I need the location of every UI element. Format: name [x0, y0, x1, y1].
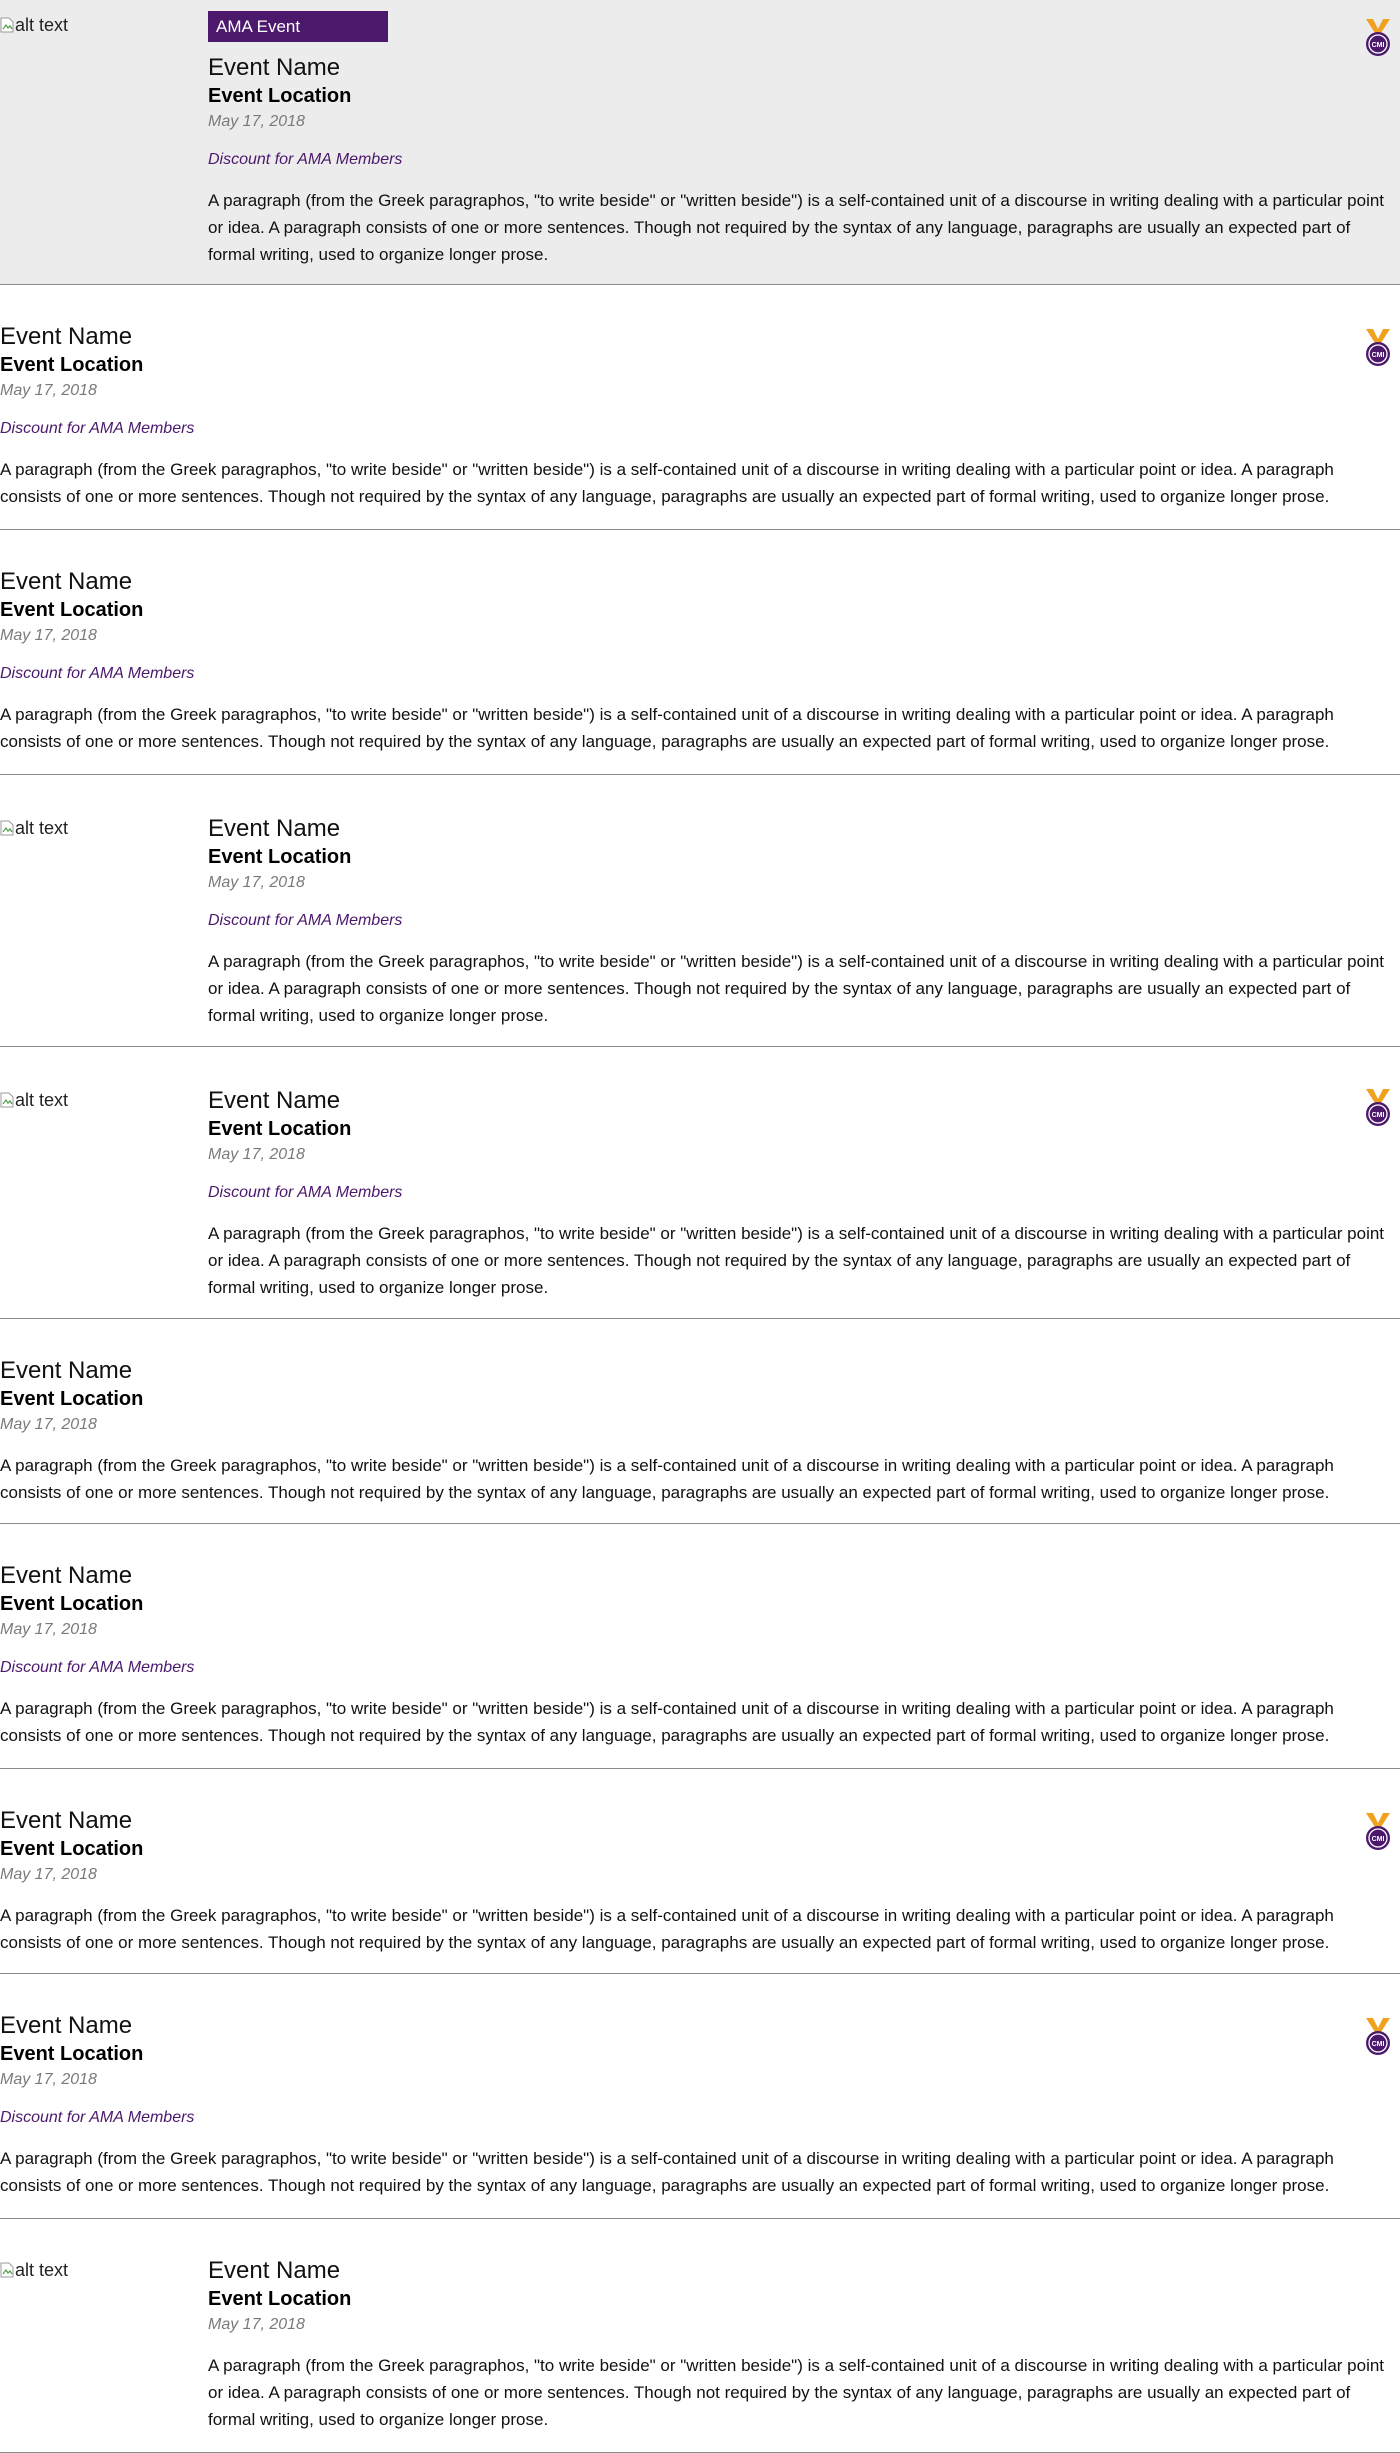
event-card[interactable]: Event Name Event Location May 17, 2018 D…	[0, 530, 1400, 775]
event-location: Event Location	[0, 1388, 144, 1410]
member-discount: Discount for AMA Members	[0, 420, 195, 437]
member-discount: Discount for AMA Members	[0, 2109, 195, 2126]
event-date: May 17, 2018	[208, 1146, 305, 1163]
event-card[interactable]: alt text Event Name Event Location May 1…	[0, 2219, 1400, 2453]
event-card[interactable]: Event Name Event Location May 17, 2018 D…	[0, 1524, 1400, 1769]
image-alt-text: alt text	[15, 15, 69, 35]
event-date: May 17, 2018	[0, 1621, 97, 1638]
event-card[interactable]: CMI Event Name Event Location May 17, 20…	[0, 1769, 1400, 1974]
member-discount: Discount for AMA Members	[208, 151, 403, 168]
event-card[interactable]: alt text Event Name Event Location May 1…	[0, 775, 1400, 1047]
event-type-badge: AMA Event	[208, 11, 388, 42]
event-card[interactable]: alt text CMI AMA Event Event Name Event …	[0, 0, 1400, 285]
member-discount: Discount for AMA Members	[0, 665, 195, 682]
event-location: Event Location	[0, 1593, 144, 1615]
event-image: alt text	[0, 16, 68, 34]
event-location: Event Location	[0, 2043, 144, 2065]
event-name[interactable]: Event Name	[0, 2012, 1400, 2040]
event-description: A paragraph (from the Greek paragraphos,…	[208, 952, 1385, 1025]
event-card[interactable]: Event Name Event Location May 17, 2018 A…	[0, 1319, 1400, 1524]
event-location: Event Location	[0, 354, 144, 376]
event-description: A paragraph (from the Greek paragraphos,…	[0, 705, 1334, 751]
event-location: Event Location	[208, 846, 352, 868]
event-name[interactable]: Event Name	[0, 1357, 1400, 1385]
event-date: May 17, 2018	[0, 1416, 97, 1433]
event-card[interactable]: CMI Event Name Event Location May 17, 20…	[0, 1974, 1400, 2219]
event-description: A paragraph (from the Greek paragraphos,…	[0, 2149, 1334, 2195]
event-image: alt text	[0, 1091, 68, 1109]
event-card[interactable]: alt text CMI Event Name Event Location M…	[0, 1047, 1400, 1319]
event-description: A paragraph (from the Greek paragraphos,…	[0, 1906, 1334, 1952]
broken-image-icon	[0, 1092, 14, 1108]
event-location: Event Location	[0, 1838, 144, 1860]
event-card[interactable]: CMI Event Name Event Location May 17, 20…	[0, 285, 1400, 530]
image-alt-text: alt text	[15, 818, 69, 838]
event-description: A paragraph (from the Greek paragraphos,…	[0, 1699, 1334, 1745]
event-date: May 17, 2018	[0, 627, 97, 644]
broken-image-icon	[0, 820, 14, 836]
event-date: May 17, 2018	[208, 2316, 305, 2333]
broken-image-icon	[0, 17, 14, 33]
event-name[interactable]: Event Name	[0, 323, 1400, 351]
event-location: Event Location	[208, 85, 352, 107]
event-description: A paragraph (from the Greek paragraphos,…	[208, 191, 1385, 264]
event-description: A paragraph (from the Greek paragraphos,…	[0, 1456, 1334, 1502]
event-date: May 17, 2018	[0, 382, 97, 399]
broken-image-icon	[0, 2262, 14, 2278]
event-date: May 17, 2018	[208, 113, 305, 130]
event-name[interactable]: Event Name	[0, 1807, 1400, 1835]
member-discount: Discount for AMA Members	[208, 912, 403, 929]
event-date: May 17, 2018	[208, 874, 305, 891]
image-alt-text: alt text	[15, 2260, 69, 2280]
event-date: May 17, 2018	[0, 2071, 97, 2088]
member-discount: Discount for AMA Members	[208, 1184, 403, 1201]
event-name[interactable]: Event Name	[208, 1087, 1400, 1115]
event-list: alt text CMI AMA Event Event Name Event …	[0, 0, 1400, 2453]
image-alt-text: alt text	[15, 1090, 69, 1110]
event-image: alt text	[0, 819, 68, 837]
event-description: A paragraph (from the Greek paragraphos,…	[0, 460, 1334, 506]
event-name[interactable]: Event Name	[208, 815, 1400, 843]
member-discount: Discount for AMA Members	[0, 1659, 195, 1676]
event-name[interactable]: Event Name	[208, 2257, 1400, 2285]
event-name[interactable]: Event Name	[208, 54, 1400, 82]
event-description: A paragraph (from the Greek paragraphos,…	[208, 1224, 1385, 1297]
event-name[interactable]: Event Name	[0, 1562, 1400, 1590]
event-name[interactable]: Event Name	[0, 568, 1400, 596]
event-image: alt text	[0, 2261, 68, 2279]
event-location: Event Location	[208, 1118, 352, 1140]
event-location: Event Location	[208, 2288, 352, 2310]
event-date: May 17, 2018	[0, 1866, 97, 1883]
event-description: A paragraph (from the Greek paragraphos,…	[208, 2356, 1385, 2429]
event-location: Event Location	[0, 599, 144, 621]
